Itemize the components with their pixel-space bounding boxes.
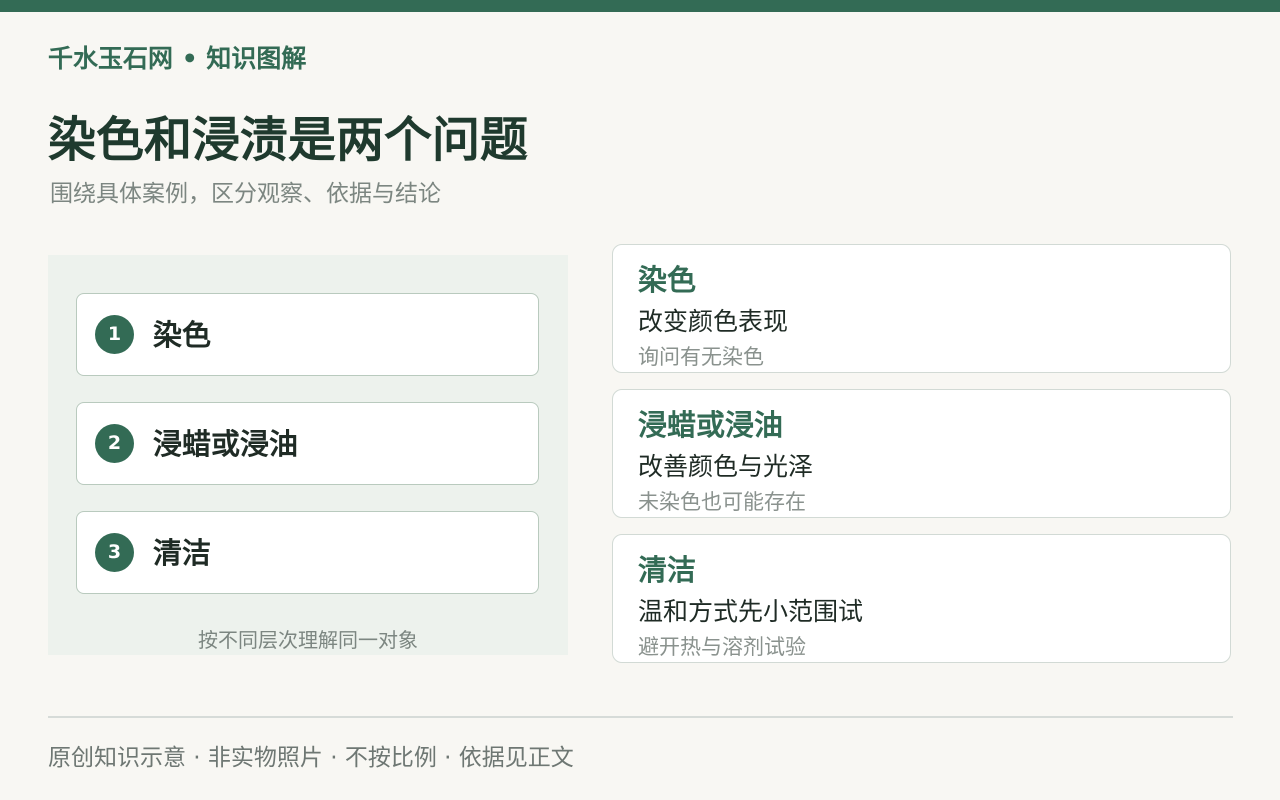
page-title: 染色和浸渍是两个问题	[48, 112, 529, 168]
detail-title: 染色	[638, 263, 697, 297]
panel-caption: 按不同层次理解同一对象	[198, 628, 418, 652]
detail-description: 改善颜色与光泽	[638, 452, 814, 481]
step-card-1: 1 染色	[76, 293, 539, 376]
page-subtitle: 围绕具体案例，区分观察、依据与结论	[50, 181, 441, 207]
detail-description: 温和方式先小范围试	[638, 597, 864, 626]
detail-card-cleaning: 清洁 温和方式先小范围试 避开热与溶剂试验	[612, 534, 1231, 663]
detail-card-impregnation: 浸蜡或浸油 改善颜色与光泽 未染色也可能存在	[612, 389, 1231, 518]
step-number-badge: 3	[95, 533, 134, 572]
step-label: 清洁	[153, 536, 212, 570]
detail-note: 询问有无染色	[638, 345, 764, 369]
detail-note: 避开热与溶剂试验	[638, 635, 806, 659]
brand-label: 千水玉石网 • 知识图解	[48, 44, 307, 73]
top-accent-bar	[0, 0, 1280, 12]
footer-divider	[48, 716, 1233, 718]
footer-disclaimer: 原创知识示意 · 非实物照片 · 不按比例 · 依据见正文	[48, 745, 574, 771]
detail-title: 浸蜡或浸油	[638, 408, 784, 442]
step-label: 浸蜡或浸油	[153, 427, 299, 461]
step-card-3: 3 清洁	[76, 511, 539, 594]
detail-description: 改变颜色表现	[638, 307, 789, 336]
step-number-badge: 1	[95, 315, 134, 354]
detail-note: 未染色也可能存在	[638, 490, 806, 514]
step-label: 染色	[153, 318, 212, 352]
step-card-2: 2 浸蜡或浸油	[76, 402, 539, 485]
detail-card-dyeing: 染色 改变颜色表现 询问有无染色	[612, 244, 1231, 373]
step-number-badge: 2	[95, 424, 134, 463]
detail-title: 清洁	[638, 553, 697, 587]
